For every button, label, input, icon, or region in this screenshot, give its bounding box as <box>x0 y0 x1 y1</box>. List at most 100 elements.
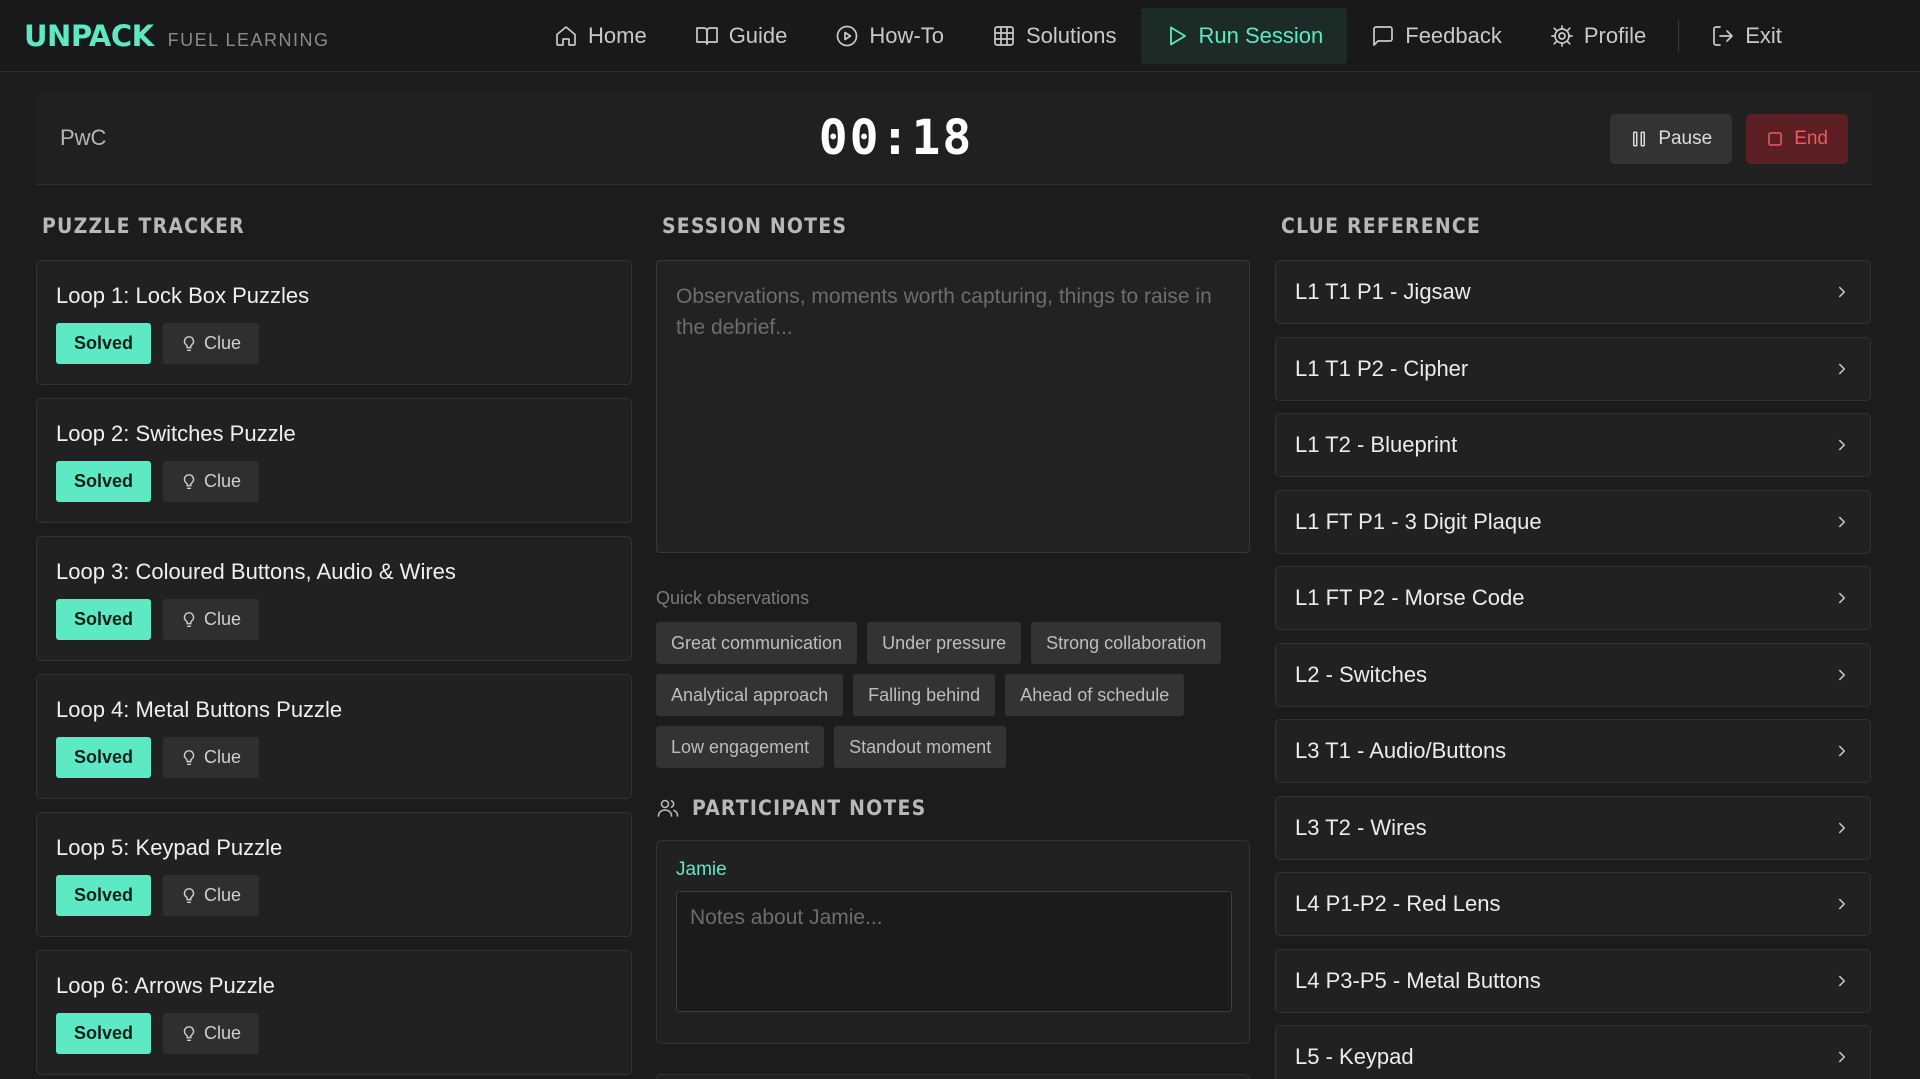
clue-button[interactable]: Clue <box>163 1013 260 1054</box>
nav-how-to-label: How-To <box>869 23 944 48</box>
puzzle-title: Loop 5: Keypad Puzzle <box>56 835 283 860</box>
clue-item[interactable]: L1 FT P2 - Morse Code <box>1275 566 1871 630</box>
clue-button[interactable]: Clue <box>163 461 260 502</box>
clue-item[interactable]: L3 T2 - Wires <box>1275 795 1871 860</box>
lightbulb-icon <box>181 335 197 353</box>
nav-profile[interactable]: Profile <box>1526 8 1670 64</box>
main-nav: Home Guide How-To Solutions Run Session <box>530 0 1806 72</box>
users-icon <box>656 796 680 820</box>
chip-under-pressure[interactable]: Under pressure <box>867 622 1022 664</box>
clue-item-label: L1 FT P1 - 3 Digit Plaque <box>1295 508 1542 534</box>
puzzle-tracker-title: PUZZLE TRACKER <box>42 214 245 238</box>
chevron-right-icon <box>1833 513 1851 531</box>
participant-card: Jamie <box>656 840 1250 1044</box>
session-timer: 00:18 <box>818 110 974 166</box>
clue-item[interactable]: L1 T1 P2 - Cipher <box>1275 336 1871 401</box>
clue-item[interactable]: L1 T1 P1 - Jigsaw <box>1275 260 1871 324</box>
nav-solutions[interactable]: Solutions <box>968 8 1141 64</box>
lightbulb-icon <box>181 887 197 905</box>
nav-run-session[interactable]: Run Session <box>1140 8 1348 64</box>
top-navbar: UNPACK FUEL LEARNING Home Guide How-To S… <box>0 0 1920 72</box>
puzzle-actions: Solved Clue <box>56 599 612 640</box>
session-notes-input[interactable] <box>656 260 1250 553</box>
chevron-right-icon <box>1833 666 1851 684</box>
nav-feedback[interactable]: Feedback <box>1347 8 1526 64</box>
clue-item[interactable]: L3 T1 - Audio/Buttons <box>1275 719 1871 783</box>
brand[interactable]: UNPACK FUEL LEARNING <box>24 19 330 53</box>
session-notes-panel: Quick observations Great communication U… <box>656 260 1250 1079</box>
clue-item[interactable]: L4 P1-P2 - Red Lens <box>1275 872 1871 936</box>
clue-item-label: L1 T2 - Blueprint <box>1295 432 1458 457</box>
puzzle-card: Loop 2: Switches Puzzle Solved Clue <box>36 398 632 523</box>
nav-guide[interactable]: Guide <box>671 8 812 64</box>
clue-button[interactable]: Clue <box>163 875 260 916</box>
clue-label: Clue <box>204 885 242 905</box>
puzzle-actions: Solved Clue <box>56 737 612 778</box>
clue-item-label: L4 P3-P5 - Metal Buttons <box>1295 967 1541 993</box>
chip-low-engagement[interactable]: Low engagement <box>656 726 825 768</box>
clue-button[interactable]: Clue <box>163 599 260 640</box>
nav-guide-label: Guide <box>728 23 788 48</box>
chip-ahead-of-schedule[interactable]: Ahead of schedule <box>1005 674 1185 716</box>
clue-button[interactable]: Clue <box>163 737 260 778</box>
chip-strong-collaboration[interactable]: Strong collaboration <box>1031 622 1222 664</box>
participant-name: Jamie <box>676 859 727 880</box>
chevron-right-icon <box>1833 895 1851 913</box>
pause-icon <box>1630 130 1648 148</box>
solved-button[interactable]: Solved <box>56 461 152 502</box>
nav-run-session-label: Run Session <box>1198 23 1324 48</box>
clue-item-label: L1 FT P2 - Morse Code <box>1295 585 1525 610</box>
clue-item[interactable]: L5 - Keypad <box>1275 1025 1871 1079</box>
puzzle-card: Loop 1: Lock Box Puzzles Solved Clue <box>36 260 632 385</box>
chip-standout-moment[interactable]: Standout moment <box>834 726 1007 768</box>
book-icon <box>695 24 719 48</box>
puzzle-card: Loop 6: Arrows Puzzle Solved Clue <box>36 950 632 1075</box>
clue-item[interactable]: L4 P3-P5 - Metal Buttons <box>1275 948 1871 1013</box>
lightbulb-icon <box>181 749 197 767</box>
nav-home-label: Home <box>588 23 647 48</box>
nav-exit[interactable]: Exit <box>1687 8 1806 64</box>
solved-button[interactable]: Solved <box>56 323 152 364</box>
chevron-right-icon <box>1833 1048 1851 1066</box>
puzzle-title: Loop 1: Lock Box Puzzles <box>56 283 310 308</box>
participant-notes-title: PARTICIPANT NOTES <box>692 796 927 820</box>
clue-item-label: L1 T1 P1 - Jigsaw <box>1295 279 1471 304</box>
chip-great-communication[interactable]: Great communication <box>656 622 858 664</box>
clue-item-label: L1 T1 P2 - Cipher <box>1295 355 1469 381</box>
puzzle-actions: Solved Clue <box>56 875 612 916</box>
chip-falling-behind[interactable]: Falling behind <box>853 674 996 716</box>
solved-button[interactable]: Solved <box>56 875 152 916</box>
clue-item[interactable]: L2 - Switches <box>1275 642 1871 707</box>
chevron-right-icon <box>1833 819 1851 837</box>
session-actions: Pause End <box>1610 114 1848 164</box>
pause-button[interactable]: Pause <box>1610 114 1733 164</box>
chip-analytical-approach[interactable]: Analytical approach <box>656 674 844 716</box>
play-circle-icon <box>835 24 859 48</box>
nav-divider <box>1678 20 1680 52</box>
end-button[interactable]: End <box>1746 114 1848 164</box>
chevron-right-icon <box>1833 436 1851 454</box>
clue-button[interactable]: Clue <box>163 323 260 364</box>
nav-home[interactable]: Home <box>530 8 671 64</box>
chevron-right-icon <box>1833 360 1851 378</box>
puzzle-title: Loop 2: Switches Puzzle <box>56 421 296 446</box>
nav-how-to[interactable]: How-To <box>811 8 968 64</box>
solved-button[interactable]: Solved <box>56 599 152 640</box>
puzzle-title: Loop 4: Metal Buttons Puzzle <box>56 697 343 722</box>
clue-item-label: L5 - Keypad <box>1295 1044 1414 1069</box>
quick-observations-label: Quick observations <box>656 588 810 608</box>
clue-label: Clue <box>204 1023 242 1043</box>
clue-item[interactable]: L1 T2 - Blueprint <box>1275 413 1871 477</box>
clue-label: Clue <box>204 333 242 353</box>
stop-icon <box>1766 130 1784 148</box>
clue-reference-title: CLUE REFERENCE <box>1281 214 1482 238</box>
solved-button[interactable]: Solved <box>56 737 152 778</box>
lightbulb-icon <box>181 1025 197 1043</box>
logout-icon <box>1711 24 1735 48</box>
brand-subtitle: FUEL LEARNING <box>167 29 330 50</box>
solved-button[interactable]: Solved <box>56 1013 152 1054</box>
participant-notes-input[interactable] <box>676 891 1232 1012</box>
clue-item[interactable]: L1 FT P1 - 3 Digit Plaque <box>1275 489 1871 554</box>
session-notes-title: SESSION NOTES <box>662 214 848 238</box>
puzzle-card: Loop 5: Keypad Puzzle Solved Clue <box>36 812 632 937</box>
